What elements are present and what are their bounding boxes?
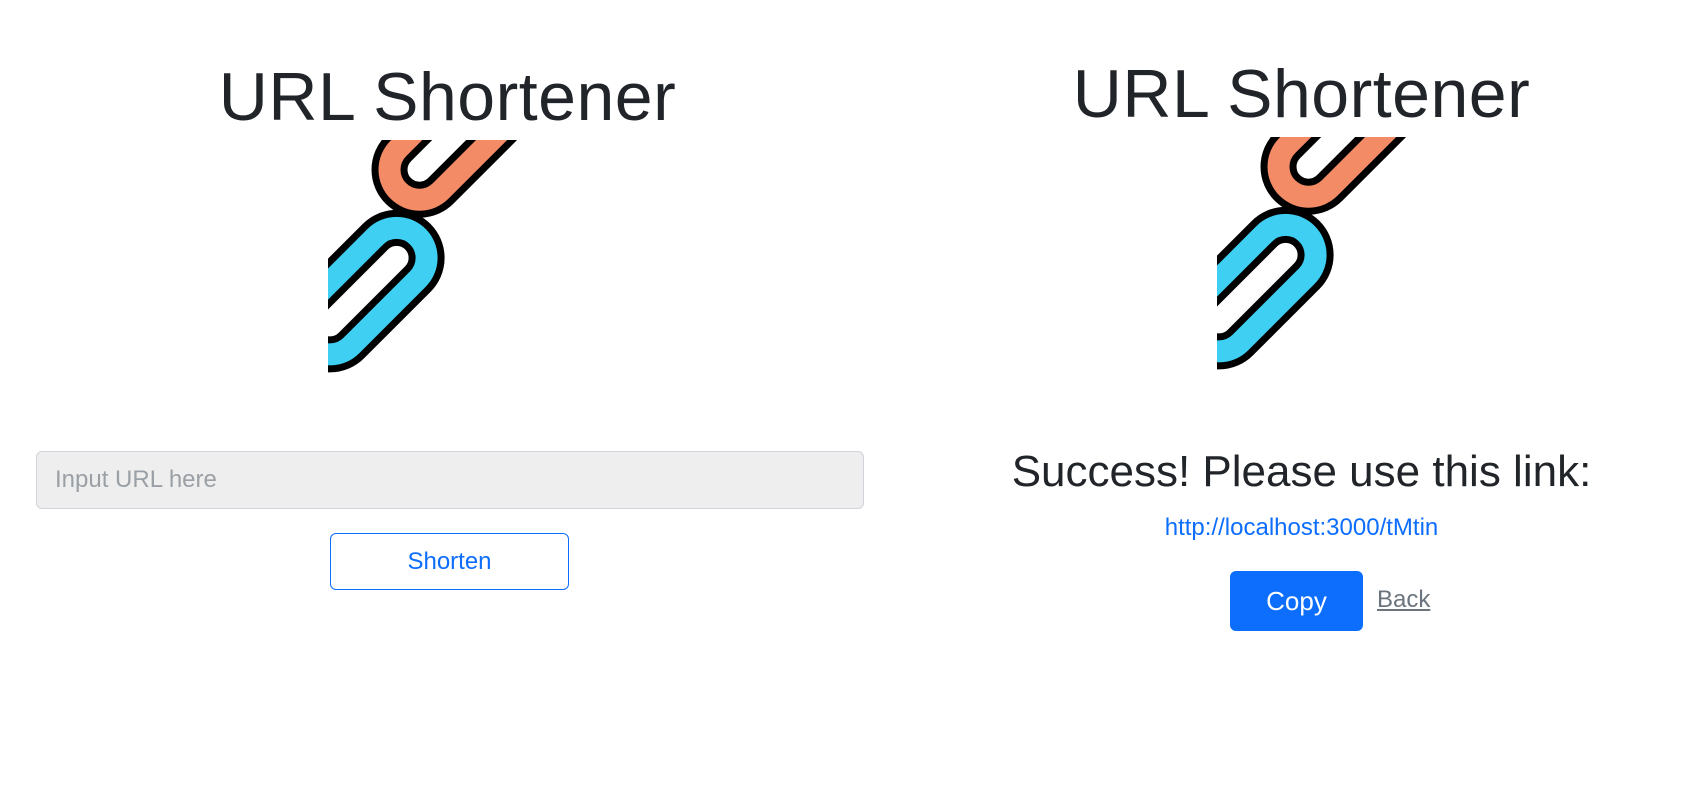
page-title: URL Shortener: [1072, 56, 1531, 132]
url-input[interactable]: [36, 451, 864, 509]
back-link[interactable]: Back: [1377, 586, 1430, 614]
page-title: URL Shortener: [218, 59, 677, 135]
success-message: Success! Please use this link:: [1011, 447, 1592, 496]
short-url-link[interactable]: http://localhost:3000/tMtin: [895, 514, 1708, 542]
chain-link-icon: [328, 140, 534, 373]
copy-button[interactable]: Copy: [1230, 571, 1363, 631]
success-panel: URL Shortener Success! Please use this l…: [895, 0, 1708, 788]
shorten-form-panel: URL Shortener Shorten: [0, 0, 895, 788]
chain-link-icon: [1217, 137, 1423, 370]
shorten-button[interactable]: Shorten: [330, 533, 569, 590]
